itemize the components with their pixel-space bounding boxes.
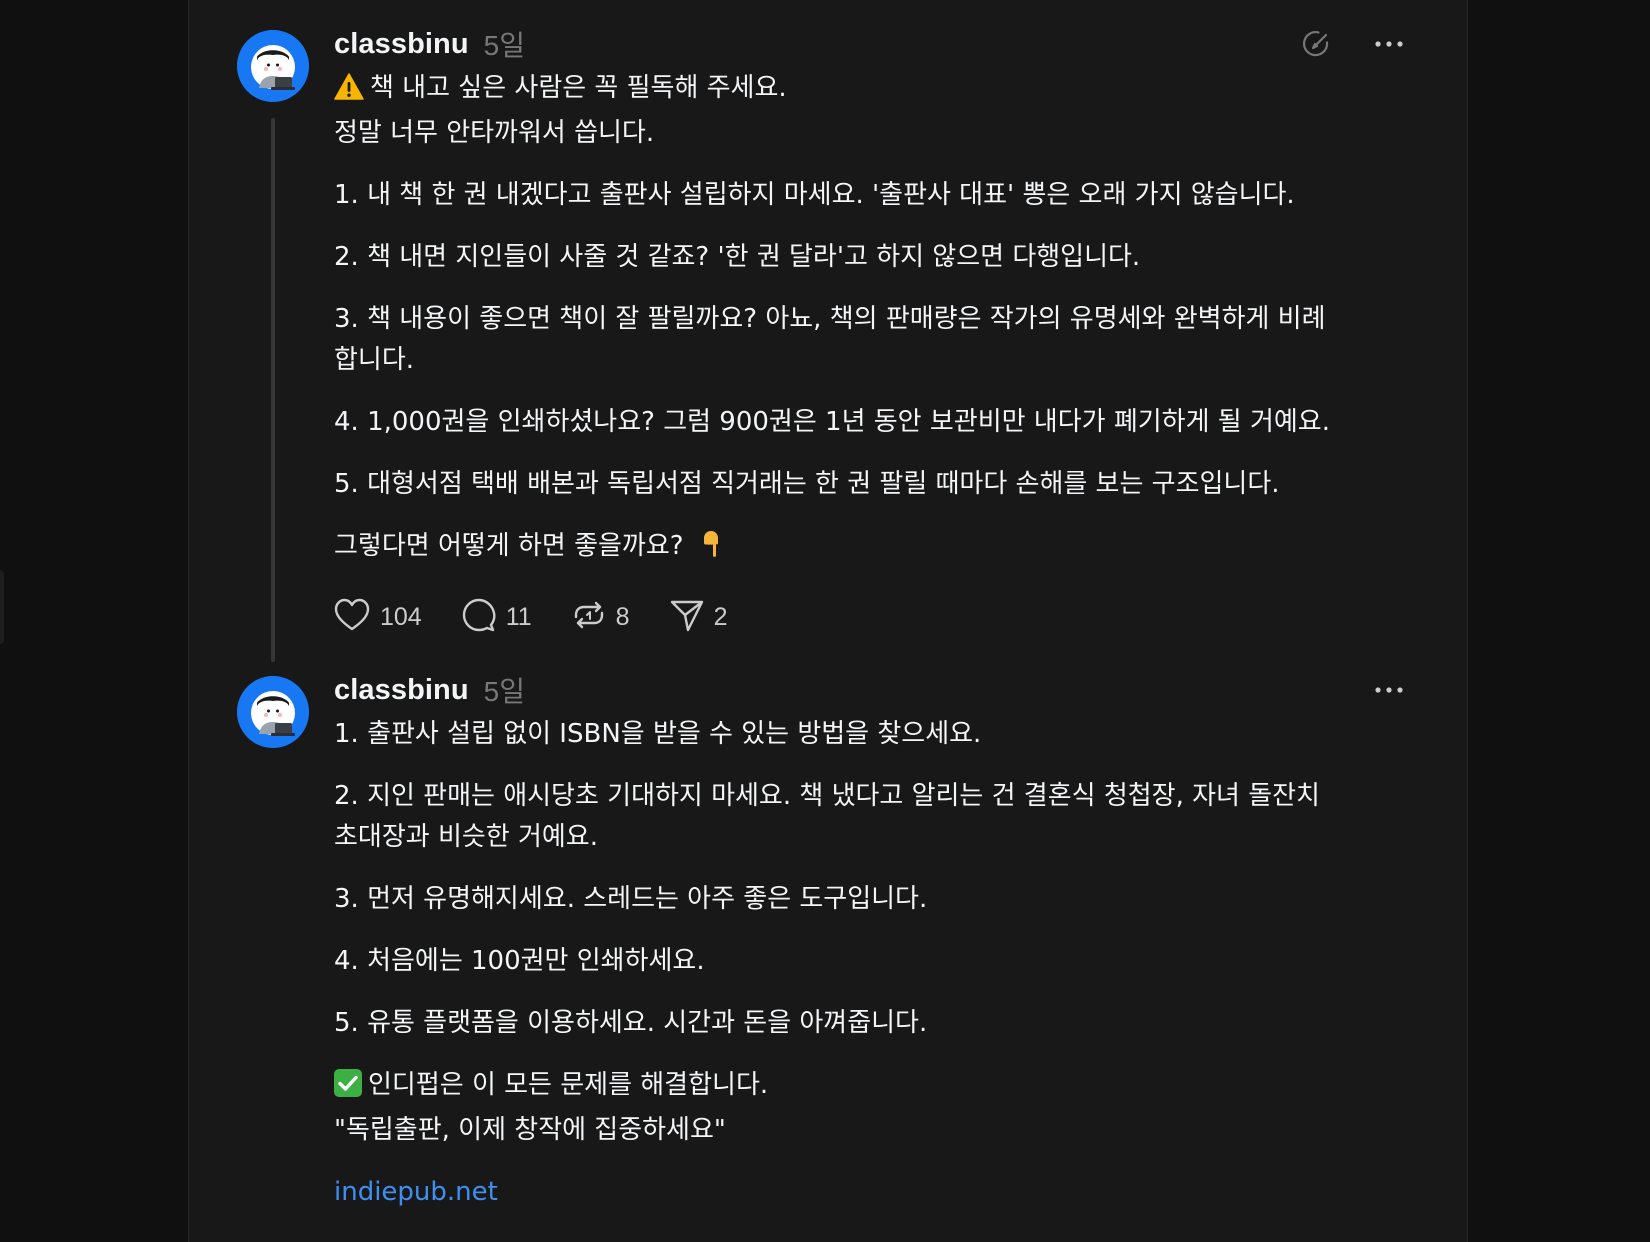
reply-count: 11 [505, 602, 532, 631]
post-2: classbinu 5일 1. 출판사 설립 없이 ISBN을 받을 수 있는 … [189, 668, 1467, 1242]
solution-line-1: 인디펍은 이 모든 문제를 해결합니다. [368, 1070, 769, 1100]
intro-line-2: 정말 너무 안타까워서 씁니다. [334, 118, 655, 148]
avatar[interactable] [237, 30, 309, 102]
share-count: 2 [713, 602, 728, 631]
like-button[interactable]: 104 [334, 598, 422, 636]
post-body: 책 내고 싶은 사람은 꼭 필독해 주세요. 정말 너무 안타까워서 씁니다. … [334, 68, 1424, 571]
check-mark-icon [334, 1069, 362, 1110]
intro-paragraph: 책 내고 싶은 사람은 꼭 필독해 주세요. 정말 너무 안타까워서 씁니다. [334, 68, 1424, 154]
reply-button[interactable]: 11 [462, 598, 532, 636]
more-icon[interactable] [1374, 686, 1404, 694]
side-tab[interactable] [0, 570, 4, 644]
page: classbinu 5일 책 내고 싶은 사람은 꼭 필독해 주세요. 정말 너… [0, 0, 1650, 1242]
timestamp[interactable]: 5일 [484, 24, 525, 64]
repost-button[interactable]: 8 [572, 598, 630, 636]
external-link[interactable]: indiepub.net [334, 1172, 1424, 1213]
warning-icon [334, 72, 364, 113]
username[interactable]: classbinu [334, 674, 469, 707]
post-body: 1. 출판사 설립 없이 ISBN을 받을 수 있는 방법을 찾으세요. 2. … [334, 714, 1424, 1213]
post-content: classbinu 5일 책 내고 싶은 사람은 꼭 필독해 주세요. 정말 너… [334, 22, 1424, 636]
like-count: 104 [380, 602, 422, 631]
post-1: classbinu 5일 책 내고 싶은 사람은 꼭 필독해 주세요. 정말 너… [189, 22, 1467, 662]
list-item: 1. 출판사 설립 없이 ISBN을 받을 수 있는 방법을 찾으세요. [334, 719, 982, 749]
intro-line-1: 책 내고 싶은 사람은 꼭 필독해 주세요. [370, 73, 787, 103]
list-item: 5. 유통 플랫폼을 이용하세요. 시간과 돈을 아껴줍니다. [334, 1008, 928, 1038]
header-actions [1374, 668, 1404, 712]
repost-count: 8 [615, 602, 630, 631]
header-actions [1300, 22, 1404, 66]
pointing-down-icon [700, 530, 722, 571]
more-icon[interactable] [1374, 40, 1404, 48]
list-item: 2. 책 내면 지인들이 사줄 것 같죠? '한 권 달라'고 하지 않으면 다… [334, 242, 1141, 272]
closing-paragraph: 그렇다면 어떻게 하면 좋을까요? [334, 526, 1424, 571]
edit-icon[interactable] [1300, 27, 1334, 61]
list-item: 3. 먼저 유명해지세요. 스레드는 아주 좋은 도구입니다. [334, 884, 928, 914]
list-item: 5. 대형서점 택배 배본과 독립서점 직거래는 한 권 팔릴 때마다 손해를 … [334, 469, 1280, 499]
post-header: classbinu 5일 [334, 22, 1424, 66]
closing-text: 그렇다면 어떻게 하면 좋을까요? [334, 531, 684, 561]
list-item: 4. 1,000권을 인쇄하셨나요? 그럼 900권은 1년 동안 보관비만 내… [334, 407, 1330, 437]
timestamp[interactable]: 5일 [484, 670, 525, 710]
list-item: 2. 지인 판매는 애시당초 기대하지 마세요. 책 냈다고 알리는 건 결혼식… [334, 781, 1320, 852]
list-item: 4. 처음에는 100권만 인쇄하세요. [334, 946, 705, 976]
reply-icon [462, 598, 496, 636]
username[interactable]: classbinu [334, 28, 469, 61]
solution-paragraph: 인디펍은 이 모든 문제를 해결합니다. "독립출판, 이제 창작에 집중하세요… [334, 1065, 1424, 1151]
thread-connector-line [271, 118, 275, 662]
post-header: classbinu 5일 [334, 668, 1424, 712]
link-paragraph: indiepub.net [334, 1172, 1424, 1213]
list-item: 1. 내 책 한 권 내겠다고 출판사 설립하지 마세요. '출판사 대표' 뽕… [334, 180, 1295, 210]
thread-feed: classbinu 5일 책 내고 싶은 사람은 꼭 필독해 주세요. 정말 너… [188, 0, 1468, 1242]
repost-icon [572, 598, 606, 636]
heart-icon [334, 598, 370, 636]
post-content: classbinu 5일 1. 출판사 설립 없이 ISBN을 받을 수 있는 … [334, 668, 1424, 1213]
share-icon [670, 598, 704, 636]
avatar[interactable] [237, 676, 309, 748]
share-button[interactable]: 2 [670, 598, 728, 636]
list-item: 3. 책 내용이 좋으면 책이 잘 팔릴까요? 아뇨, 책의 판매량은 작가의 … [334, 304, 1326, 375]
post-actions: 104 11 8 2 [334, 598, 1424, 636]
solution-line-2: "독립출판, 이제 창작에 집중하세요" [334, 1115, 726, 1145]
